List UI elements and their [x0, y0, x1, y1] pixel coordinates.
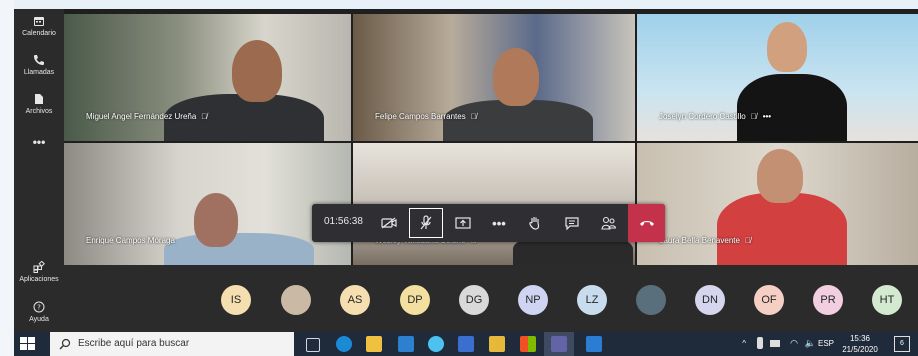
call-controls: 01:56:38 •••: [312, 204, 665, 242]
participant-name: Joselyn Cordero Castillo 🎙̸ •••: [659, 112, 772, 121]
app-rail: Calendario Llamadas Archivos ••• Aplicac…: [14, 9, 64, 332]
avatar[interactable]: DN: [695, 285, 725, 315]
usb-icon[interactable]: [757, 337, 763, 349]
office-icon[interactable]: [520, 336, 536, 352]
word-icon[interactable]: [586, 336, 602, 352]
avatar-photo[interactable]: [281, 285, 311, 315]
store-icon[interactable]: [366, 336, 382, 352]
camera-off-icon: [381, 217, 397, 229]
language-indicator[interactable]: ESP: [818, 339, 834, 348]
more-apps-button[interactable]: •••: [14, 135, 64, 149]
rail-item-label: Calendario: [22, 30, 56, 37]
chevron-up-icon[interactable]: ^: [742, 339, 746, 348]
calendar-icon: [34, 17, 44, 26]
clock-time: 15:36: [849, 334, 871, 343]
phone-icon: [34, 55, 44, 65]
video-tile[interactable]: Miguel Angel Fernández Ureña 🎙̸: [64, 14, 351, 141]
video-tile[interactable]: Laura Bella Benavente 🎙̸: [637, 143, 918, 265]
avatar[interactable]: LZ: [577, 285, 607, 315]
share-icon: [455, 217, 471, 229]
call-timer: 01:56:38: [324, 216, 363, 227]
avatar[interactable]: NP: [518, 285, 548, 315]
participant-name: Enrique Campos Moraga: [86, 236, 175, 245]
more-options-icon[interactable]: •••: [763, 112, 771, 121]
participant-name: Felipe Campos Barrantes 🎙̸: [375, 112, 477, 121]
more-icon: •••: [492, 215, 506, 231]
hang-up-button[interactable]: [628, 204, 665, 242]
search-placeholder: Escribe aquí para buscar: [78, 338, 190, 349]
notification-center-icon[interactable]: 6: [894, 336, 910, 352]
hand-icon: [529, 217, 540, 230]
taskbar-search[interactable]: Escribe aquí para buscar: [50, 332, 294, 356]
avatar[interactable]: PR: [813, 285, 843, 315]
participant-name: Laura Bella Benavente 🎙̸: [659, 236, 751, 245]
rail-item-files[interactable]: Archivos: [14, 93, 64, 115]
participant-video: [737, 74, 847, 141]
avatar[interactable]: DG: [459, 285, 489, 315]
chat-button[interactable]: [555, 208, 589, 238]
rail-item-label: Aplicaciones: [19, 276, 59, 283]
avatar[interactable]: IS: [221, 285, 251, 315]
share-screen-button[interactable]: [446, 208, 480, 238]
taskbar: Escribe aquí para buscar ^ ◠ 🔈 ESP 15:36…: [14, 332, 918, 356]
explorer-icon[interactable]: [489, 336, 505, 352]
participant-video: [164, 233, 314, 265]
mute-button[interactable]: [409, 208, 443, 238]
more-actions-button[interactable]: •••: [482, 208, 516, 238]
more-icon: •••: [32, 135, 46, 149]
apps-icon: [33, 261, 45, 273]
svg-text:?: ?: [37, 304, 41, 312]
rail-item-label: Llamadas: [23, 69, 55, 76]
files-icon: [35, 94, 43, 104]
participant-name: Miguel Angel Fernández Ureña 🎙̸: [86, 112, 208, 121]
mic-off-icon: 🎙̸: [201, 112, 208, 121]
rail-item-label: Archivos: [25, 108, 53, 115]
volume-icon[interactable]: 🔈: [805, 338, 816, 349]
browser-icon[interactable]: [428, 336, 444, 352]
avatar[interactable]: HT: [872, 285, 902, 315]
task-view-icon[interactable]: [306, 338, 320, 352]
desktop-background: [0, 0, 14, 356]
clock[interactable]: 15:36 21/5/2020: [838, 334, 882, 354]
search-icon: [59, 338, 71, 350]
rail-item-label: Ayuda: [29, 316, 49, 323]
security-icon[interactable]: [458, 336, 474, 352]
participant-video: [717, 193, 847, 265]
mic-off-icon: 🎙̸: [470, 112, 477, 121]
wifi-icon[interactable]: ◠: [790, 338, 798, 349]
video-tile[interactable]: Felipe Campos Barrantes 🎙̸: [353, 14, 635, 141]
mail-icon[interactable]: [398, 336, 414, 352]
raise-hand-button[interactable]: [518, 208, 552, 238]
video-tile[interactable]: Joselyn Cordero Castillo 🎙̸ •••: [637, 14, 918, 141]
video-tile[interactable]: Enrique Campos Moraga: [64, 143, 351, 265]
attendee-strip: IS AS DP DG NP LZ DN OF PR HT: [64, 265, 918, 332]
rail-item-apps[interactable]: Aplicaciones: [14, 261, 64, 283]
avatar-photo[interactable]: [636, 285, 666, 315]
windows-start-icon[interactable]: [20, 337, 36, 351]
notification-count: 6: [900, 340, 904, 347]
participants-button[interactable]: [592, 208, 626, 238]
mic-off-icon: 🎙̸: [744, 236, 751, 245]
mic-off-icon: 🎙̸: [750, 112, 757, 121]
mic-off-icon: [420, 215, 432, 230]
teams-icon: [551, 336, 567, 352]
people-icon: [601, 216, 617, 230]
clock-date: 21/5/2020: [842, 345, 878, 354]
hang-up-icon: [639, 221, 654, 226]
rail-item-calls[interactable]: Llamadas: [14, 54, 64, 76]
rail-item-help[interactable]: ? Ayuda: [14, 301, 64, 323]
help-icon: ?: [33, 301, 45, 313]
avatar[interactable]: OF: [754, 285, 784, 315]
rail-item-calendar[interactable]: Calendario: [14, 15, 64, 37]
edge-icon[interactable]: [336, 336, 352, 352]
camera-toggle-button[interactable]: [372, 208, 406, 238]
avatar[interactable]: DP: [400, 285, 430, 315]
avatar[interactable]: AS: [340, 285, 370, 315]
battery-icon[interactable]: [770, 340, 780, 347]
chat-icon: [565, 217, 579, 230]
teams-taskbar-button[interactable]: [544, 332, 574, 356]
